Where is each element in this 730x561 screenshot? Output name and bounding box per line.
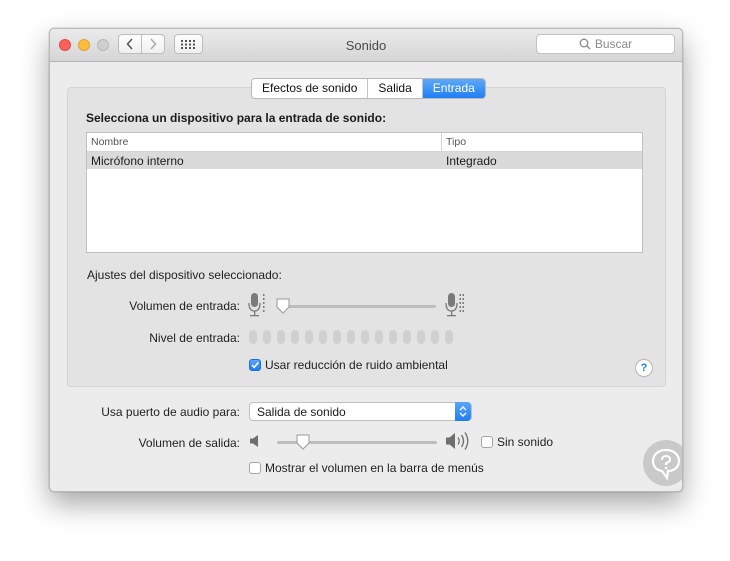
level-segment <box>445 330 453 344</box>
noise-reduction-checkbox[interactable] <box>249 359 261 371</box>
table-header: Nombre Tipo <box>87 133 642 152</box>
input-level-label: Nivel de entrada: <box>149 331 240 345</box>
level-segment <box>263 330 271 344</box>
device-name: Micrófono interno <box>91 154 184 168</box>
output-volume-thumb[interactable] <box>295 434 311 451</box>
speaker-high-icon <box>446 432 469 450</box>
search-placeholder: Buscar <box>594 37 633 51</box>
column-header-type[interactable]: Tipo <box>446 136 466 148</box>
checkmark-icon <box>251 361 259 369</box>
updown-chevron-icon <box>459 406 467 417</box>
watermark-logo <box>643 440 682 486</box>
level-segment <box>347 330 355 344</box>
input-volume-thumb[interactable] <box>275 298 291 315</box>
device-table: Nombre Tipo Micrófono interno Integrado <box>86 132 643 253</box>
noise-reduction-label: Usar reducción de ruido ambiental <box>265 358 448 372</box>
audio-port-value: Salida de sonido <box>257 405 346 419</box>
speech-bubble-icon <box>651 448 681 481</box>
microphone-high-icon <box>445 293 464 317</box>
tab-sound-effects[interactable]: Efectos de sonido <box>252 79 369 98</box>
help-button[interactable]: ? <box>635 359 653 377</box>
show-volume-menubar-label: Mostrar el volumen en la barra de menús <box>265 461 484 475</box>
sound-preferences-window: Sonido Buscar Efectos de sonido Salida E… <box>49 28 683 492</box>
level-segment <box>417 330 425 344</box>
input-level-meter <box>249 330 453 344</box>
level-segment <box>305 330 313 344</box>
column-separator <box>441 133 442 151</box>
select-arrows <box>455 402 471 421</box>
device-type: Integrado <box>446 154 497 168</box>
level-segment <box>431 330 439 344</box>
table-row[interactable]: Micrófono interno Integrado <box>87 152 642 169</box>
title-bar: Sonido Buscar <box>50 29 682 62</box>
speaker-low-icon <box>250 435 258 447</box>
microphone-low-icon <box>248 293 265 317</box>
tab-bar: Efectos de sonido Salida Entrada <box>251 78 486 99</box>
level-segment <box>389 330 397 344</box>
search-icon <box>579 38 591 50</box>
column-header-name[interactable]: Nombre <box>91 136 128 148</box>
level-segment <box>333 330 341 344</box>
tab-input[interactable]: Entrada <box>422 79 485 98</box>
input-volume-label: Volumen de entrada: <box>129 299 240 313</box>
device-settings-label: Ajustes del dispositivo seleccionado: <box>87 268 282 282</box>
level-segment <box>319 330 327 344</box>
audio-port-select[interactable]: Salida de sonido <box>249 402 472 421</box>
output-volume-label: Volumen de salida: <box>138 436 240 450</box>
audio-port-label: Usa puerto de audio para: <box>101 405 240 419</box>
search-field[interactable]: Buscar <box>536 34 675 54</box>
level-segment <box>361 330 369 344</box>
level-segment <box>375 330 383 344</box>
level-segment <box>403 330 411 344</box>
input-volume-track[interactable] <box>278 305 436 308</box>
mute-checkbox[interactable] <box>481 436 493 448</box>
level-segment <box>277 330 285 344</box>
level-segment <box>291 330 299 344</box>
mute-label: Sin sonido <box>497 435 554 449</box>
tab-output[interactable]: Salida <box>368 79 423 98</box>
device-section-title: Selecciona un dispositivo para la entrad… <box>86 111 387 125</box>
show-volume-menubar-checkbox[interactable] <box>249 462 261 474</box>
level-segment <box>249 330 257 344</box>
